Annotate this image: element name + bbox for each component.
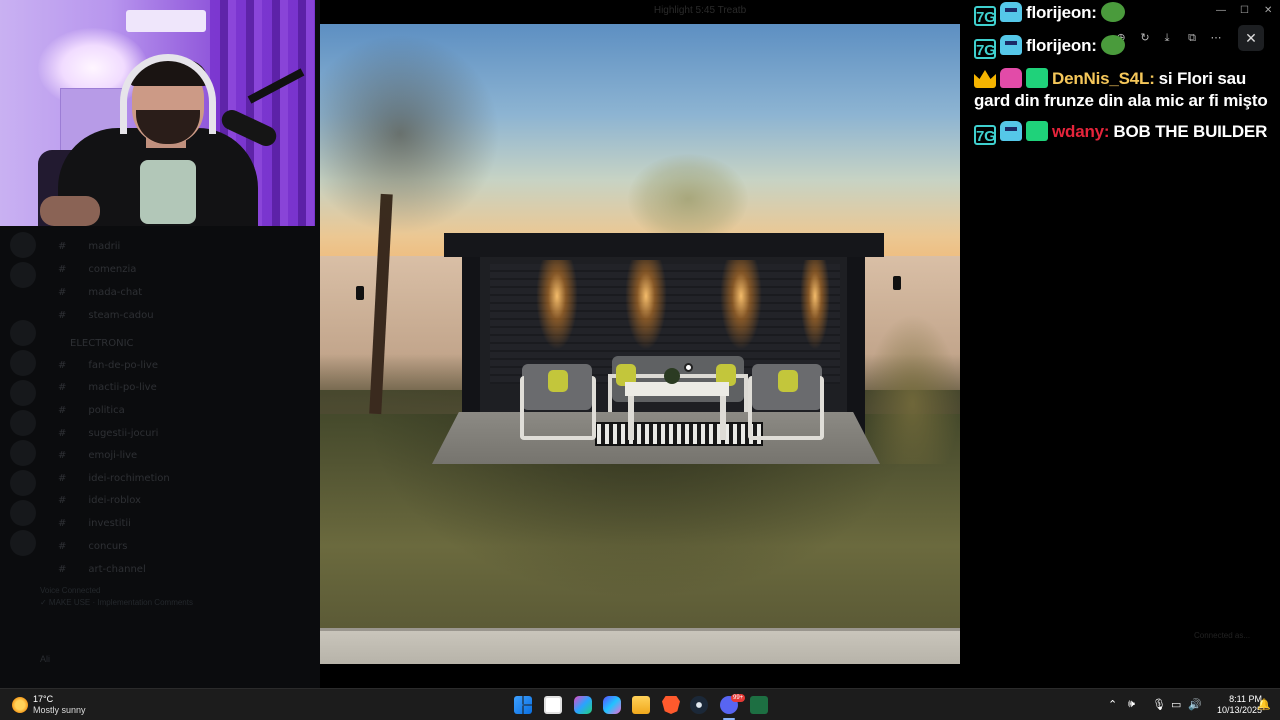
steam-icon[interactable] (690, 696, 708, 714)
chat-text: BOB THE BUILDER (1113, 122, 1268, 141)
stream-chat-overlay: 7G florijeon: 7G florijeon: DenNis_S4L: si … (974, 2, 1274, 154)
bot-badge-icon (1000, 2, 1022, 22)
pepe-emote-icon (1100, 35, 1125, 55)
voice-status-label: Voice Connected (40, 586, 101, 595)
table-plant (664, 368, 680, 384)
channel-item[interactable]: # emoji-live (58, 450, 137, 461)
brave-browser-icon[interactable] (662, 696, 680, 714)
weather-temperature[interactable]: 17°C (33, 694, 53, 704)
channel-item[interactable]: # sugestii-jocuri (58, 428, 158, 439)
channel-item[interactable]: # politica (58, 405, 125, 416)
pergola-light (625, 260, 667, 350)
chat-username: florijeon: (1026, 36, 1097, 55)
task-view-icon[interactable] (544, 696, 562, 714)
weather-sun-icon[interactable] (12, 697, 28, 713)
gift-badge-icon (1026, 121, 1048, 141)
chat-username: wdany: (1052, 122, 1110, 141)
coffee-table (625, 382, 729, 396)
chat-message: DenNis_S4L: si Flori sau gard din frunze … (974, 68, 1274, 112)
voice-status-detail: ✓ MAKE USE · Implementation Comments (40, 598, 193, 607)
webcam-air-conditioner (126, 10, 206, 32)
channel-item[interactable]: # steam-cadou (58, 310, 154, 321)
notification-bell-icon[interactable]: 🔔 (1257, 698, 1271, 711)
webcam-shirt-print (140, 160, 196, 224)
server-icon[interactable] (10, 500, 36, 526)
chat-username: florijeon: (1026, 3, 1097, 22)
7g-badge-icon: 7G (974, 6, 996, 26)
pergola-roof (444, 233, 884, 257)
7g-badge-icon: 7G (974, 39, 996, 59)
channel-item[interactable]: # mactii-po-live (58, 382, 157, 393)
network-icon[interactable]: ▭ (1171, 698, 1181, 711)
channel-category[interactable]: ELECTRONIC (70, 338, 134, 349)
excel-icon[interactable] (750, 696, 768, 714)
chat-message: 7G florijeon: (974, 2, 1274, 26)
connected-status: Connected as... (1194, 631, 1251, 640)
copilot-icon[interactable] (603, 696, 621, 714)
show-hidden-icons-icon[interactable]: ⌃ (1108, 698, 1117, 711)
clock-date[interactable]: 10/13/2025 (1200, 705, 1262, 715)
crown-badge-icon (974, 70, 996, 88)
server-icon[interactable] (10, 530, 36, 556)
server-icon[interactable] (10, 262, 36, 288)
server-icon[interactable] (10, 320, 36, 346)
user-panel-name: Ali (40, 654, 51, 664)
channel-item[interactable]: # fan-de-po-live (58, 360, 158, 371)
wall-lamp-icon (356, 286, 364, 300)
channel-item[interactable]: # comenzia (58, 264, 136, 275)
coffee-table-legs (628, 396, 726, 440)
server-icon[interactable] (10, 350, 36, 376)
pergola-light (536, 260, 578, 350)
7g-badge-icon: 7G (974, 125, 996, 145)
viewer-window-title: Highlight 5:45 Treatb (653, 5, 747, 16)
pergola-light (800, 260, 830, 350)
pillow (548, 370, 568, 392)
pillow (778, 370, 798, 392)
channel-item[interactable]: # madrii (58, 241, 120, 252)
server-icon[interactable] (10, 440, 36, 466)
pepe-emote-icon (1100, 2, 1125, 22)
chat-username: DenNis_S4L: (1052, 69, 1155, 88)
webcam-feed (0, 0, 315, 226)
file-explorer-icon[interactable] (632, 696, 650, 714)
channel-item[interactable]: # idei-rochimetion (58, 473, 170, 484)
channel-item[interactable]: # mada-chat (58, 287, 142, 298)
server-icon[interactable] (10, 410, 36, 436)
bot-badge-icon (1000, 35, 1022, 55)
pink-bot-badge-icon (1000, 68, 1022, 88)
discord-notification-badge: 99+ (731, 694, 746, 702)
microphone-icon[interactable]: 🎙 (1152, 698, 1166, 711)
speaker-icon[interactable]: 🕪 (1128, 698, 1135, 711)
image-footpath (320, 628, 960, 664)
server-icon[interactable] (10, 232, 36, 258)
garden-pergola-image (320, 24, 960, 664)
widgets-icon[interactable] (574, 696, 592, 714)
server-icon[interactable] (10, 380, 36, 406)
voice-status: Voice Connected ✓ MAKE USE · Implementat… (40, 585, 193, 609)
webcam-person-arm (40, 196, 100, 226)
server-icon[interactable] (10, 470, 36, 496)
mouse-cursor-icon (684, 363, 693, 372)
chat-message: 7G wdany: BOB THE BUILDER (974, 121, 1274, 145)
channel-item[interactable]: # concurs (58, 541, 128, 552)
start-icon[interactable] (514, 696, 532, 714)
gift-badge-icon (1026, 68, 1048, 88)
image-background-tree (628, 154, 748, 244)
channel-item[interactable]: # investitii (58, 518, 131, 529)
bot-badge-icon (1000, 121, 1022, 141)
weather-description[interactable]: Mostly sunny (33, 705, 86, 715)
windows-taskbar: 17°C Mostly sunny 99+ ⌃ 🕪 🎙 ▭ 🔊 8:11 PM … (0, 688, 1280, 720)
channel-item[interactable]: # idei-roblox (58, 495, 141, 506)
pergola-light (720, 260, 762, 350)
clock-time[interactable]: 8:11 PM (1212, 694, 1262, 704)
image-bushes (865, 314, 960, 464)
wall-lamp-icon (893, 276, 901, 290)
channel-item[interactable]: # art-channel (58, 564, 146, 575)
chat-message: 7G florijeon: (974, 35, 1274, 59)
